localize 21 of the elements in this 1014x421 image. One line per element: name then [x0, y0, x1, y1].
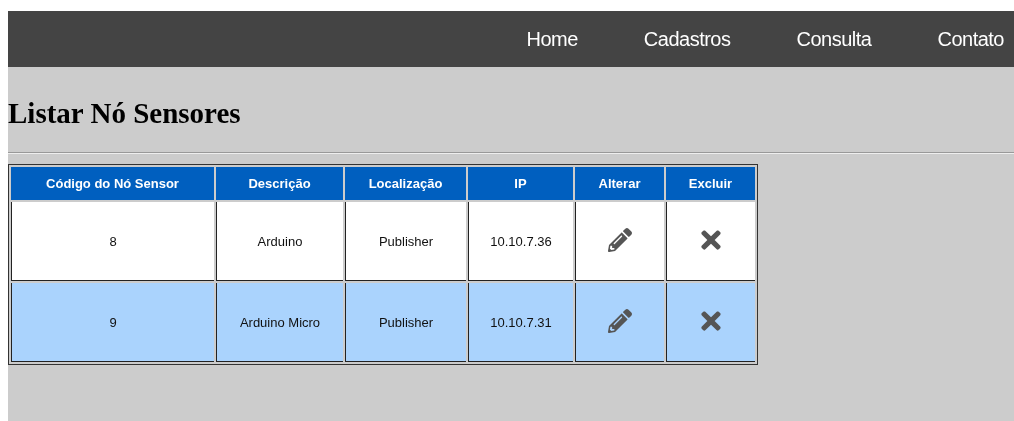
table-cell: 10.10.7.31: [468, 283, 573, 362]
column-header: Excluir: [666, 167, 755, 200]
column-header: Descrição: [216, 167, 343, 200]
table-cell: Publisher: [345, 202, 466, 281]
nav-link[interactable]: Contato: [937, 27, 1004, 51]
page-title: Listar Nó Sensores: [8, 96, 242, 130]
table-cell: 10.10.7.36: [468, 202, 573, 281]
table-cell: Arduino Micro: [216, 283, 343, 362]
pencil-icon[interactable]: [608, 227, 632, 252]
table-cell: 9: [11, 283, 214, 362]
pencil-icon[interactable]: [608, 308, 632, 333]
nav-link[interactable]: Cadastros: [643, 27, 731, 51]
nav-link[interactable]: Consulta: [796, 27, 872, 51]
column-header: Código do Nó Sensor: [11, 167, 214, 200]
table-cell: 8: [11, 202, 214, 281]
table-cell: Arduino: [216, 202, 343, 281]
column-header: IP: [468, 167, 573, 200]
nav-link[interactable]: Home: [526, 27, 578, 51]
table-cell: Publisher: [345, 283, 466, 362]
column-header: Alterar: [575, 167, 664, 200]
column-header: Localização: [345, 167, 466, 200]
